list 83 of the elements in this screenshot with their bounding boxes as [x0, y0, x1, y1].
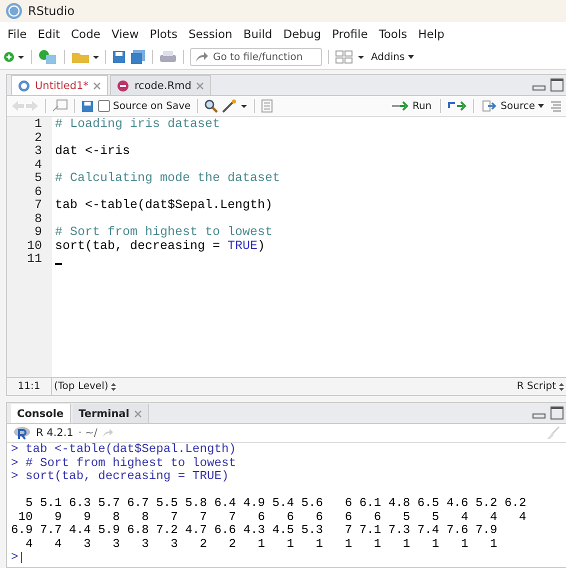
- line-number: 4: [33, 158, 43, 172]
- menu-item[interactable]: Code: [66, 26, 106, 40]
- rerun-icon[interactable]: [446, 100, 467, 112]
- maximize-icon[interactable]: [550, 78, 564, 92]
- line-number: 11: [26, 253, 43, 266]
- console-tab[interactable]: Terminal: [72, 404, 150, 423]
- source-file-icon: [482, 100, 498, 112]
- outline-icon[interactable]: [260, 99, 273, 113]
- tab-label: Terminal: [78, 408, 130, 420]
- source-on-save-checkbox[interactable]: Source on Save: [98, 100, 191, 112]
- console-prompt: >: [11, 551, 18, 564]
- print-icon[interactable]: [159, 50, 177, 64]
- code-line: # Calculating mode the dataset: [55, 171, 280, 185]
- tab-label: Untitled1*: [35, 80, 88, 92]
- menu-item[interactable]: Plots: [144, 26, 183, 40]
- maximize-icon[interactable]: [550, 406, 564, 420]
- line-number: 9: [33, 226, 43, 240]
- line-number: 10: [26, 240, 43, 253]
- window-title: RStudio: [28, 4, 75, 18]
- console-output: 5 5.1 6.3 5.7 6.7 5.5 5.8 6.4 4.9 5.4 5.6 6 6.1 4.8 6.5 4.6 5.2 6.2: [24, 496, 526, 510]
- console-tab[interactable]: Console: [11, 404, 71, 423]
- save-icon[interactable]: [112, 50, 126, 64]
- code-line: # Sort from highest to lowest: [55, 225, 273, 239]
- arrow-icon: [195, 51, 209, 63]
- cursor-position: 11:1: [7, 378, 52, 395]
- console-command: > sort(tab, decreasing = TRUE): [11, 469, 229, 483]
- menu-item[interactable]: Help: [412, 26, 450, 40]
- line-number: 7: [33, 199, 43, 212]
- code-line: sort(tab, decreasing = TRUE): [55, 238, 266, 252]
- working-directory: · ~/: [78, 427, 98, 439]
- line-number: 2: [33, 132, 43, 145]
- menu-item[interactable]: Tools: [373, 26, 413, 40]
- menu-item[interactable]: Debug: [278, 26, 327, 40]
- line-number: 5: [33, 172, 43, 186]
- up-down-icon: [111, 382, 116, 390]
- rmd-file-icon: [117, 80, 130, 92]
- magic-wand-icon[interactable]: [222, 99, 248, 113]
- caret-icon: [408, 55, 414, 59]
- scope-selector[interactable]: (Top Level): [52, 381, 118, 392]
- open-folder-icon[interactable]: [71, 50, 99, 64]
- go-to-file-field[interactable]: Go to file/function: [190, 48, 322, 66]
- menu-item[interactable]: Session: [182, 26, 238, 40]
- lines-icon[interactable]: [550, 100, 562, 112]
- run-button[interactable]: Run: [389, 100, 434, 112]
- menu-item[interactable]: Profile: [326, 26, 374, 40]
- file-type-selector[interactable]: R Script: [514, 378, 566, 395]
- caret-icon: [538, 104, 544, 108]
- close-icon[interactable]: [134, 410, 142, 418]
- menu-item[interactable]: File: [2, 26, 32, 40]
- console-command: > # Sort from highest to lowest: [11, 456, 236, 470]
- line-number: 3: [33, 145, 43, 158]
- close-icon[interactable]: [196, 82, 204, 90]
- close-icon[interactable]: [93, 82, 102, 90]
- show-in-window-icon[interactable]: [52, 99, 68, 113]
- save-icon[interactable]: [81, 100, 94, 112]
- tab-label: Console: [17, 408, 64, 420]
- search-icon[interactable]: [204, 99, 218, 113]
- console-output: 6.9 7.7 4.4 5.9 6.8 7.2 4.7 6.6 4.3 4.5 5.3 7 7.1 7.3 7.4 7.6 7.9: [11, 523, 498, 537]
- menu-item[interactable]: View: [106, 26, 144, 40]
- console-output: 4 4 3 3 3 3 2 2 1 1 1 1 1 1 1 1 1: [24, 536, 498, 550]
- r-version: R 4.2.1: [36, 427, 74, 439]
- save-all-icon[interactable]: [130, 50, 146, 64]
- code-line: tab <-table(dat$Sepal.Length): [55, 198, 273, 212]
- source-button[interactable]: Source: [480, 100, 546, 112]
- menu-item[interactable]: Build: [238, 26, 278, 40]
- menu-item[interactable]: Edit: [32, 26, 66, 40]
- line-number: 8: [33, 212, 43, 226]
- console-command: > tab <-table(dat$Sepal.Length): [11, 442, 236, 456]
- line-number: 1: [33, 118, 43, 132]
- grid-layout-icon[interactable]: [335, 50, 365, 64]
- up-down-icon: [559, 382, 564, 390]
- console-output: 10 9 9 8 8 7 7 7 6 6 6 6 6 5 5 4 4 4: [17, 510, 526, 524]
- addins-menu[interactable]: Addins: [369, 52, 416, 62]
- code-line: # Loading iris dataset: [55, 117, 220, 131]
- line-number: 6: [33, 186, 43, 199]
- new-file-icon[interactable]: [3, 50, 25, 64]
- new-project-icon[interactable]: [38, 49, 58, 65]
- editor-tab[interactable]: Untitled1*: [11, 75, 108, 95]
- text-cursor: [55, 263, 62, 264]
- editor-tab[interactable]: rcode.Rmd: [110, 75, 212, 95]
- run-arrow-icon: [391, 101, 410, 111]
- tab-label: rcode.Rmd: [134, 80, 192, 92]
- code-line: dat <-iris: [55, 144, 130, 158]
